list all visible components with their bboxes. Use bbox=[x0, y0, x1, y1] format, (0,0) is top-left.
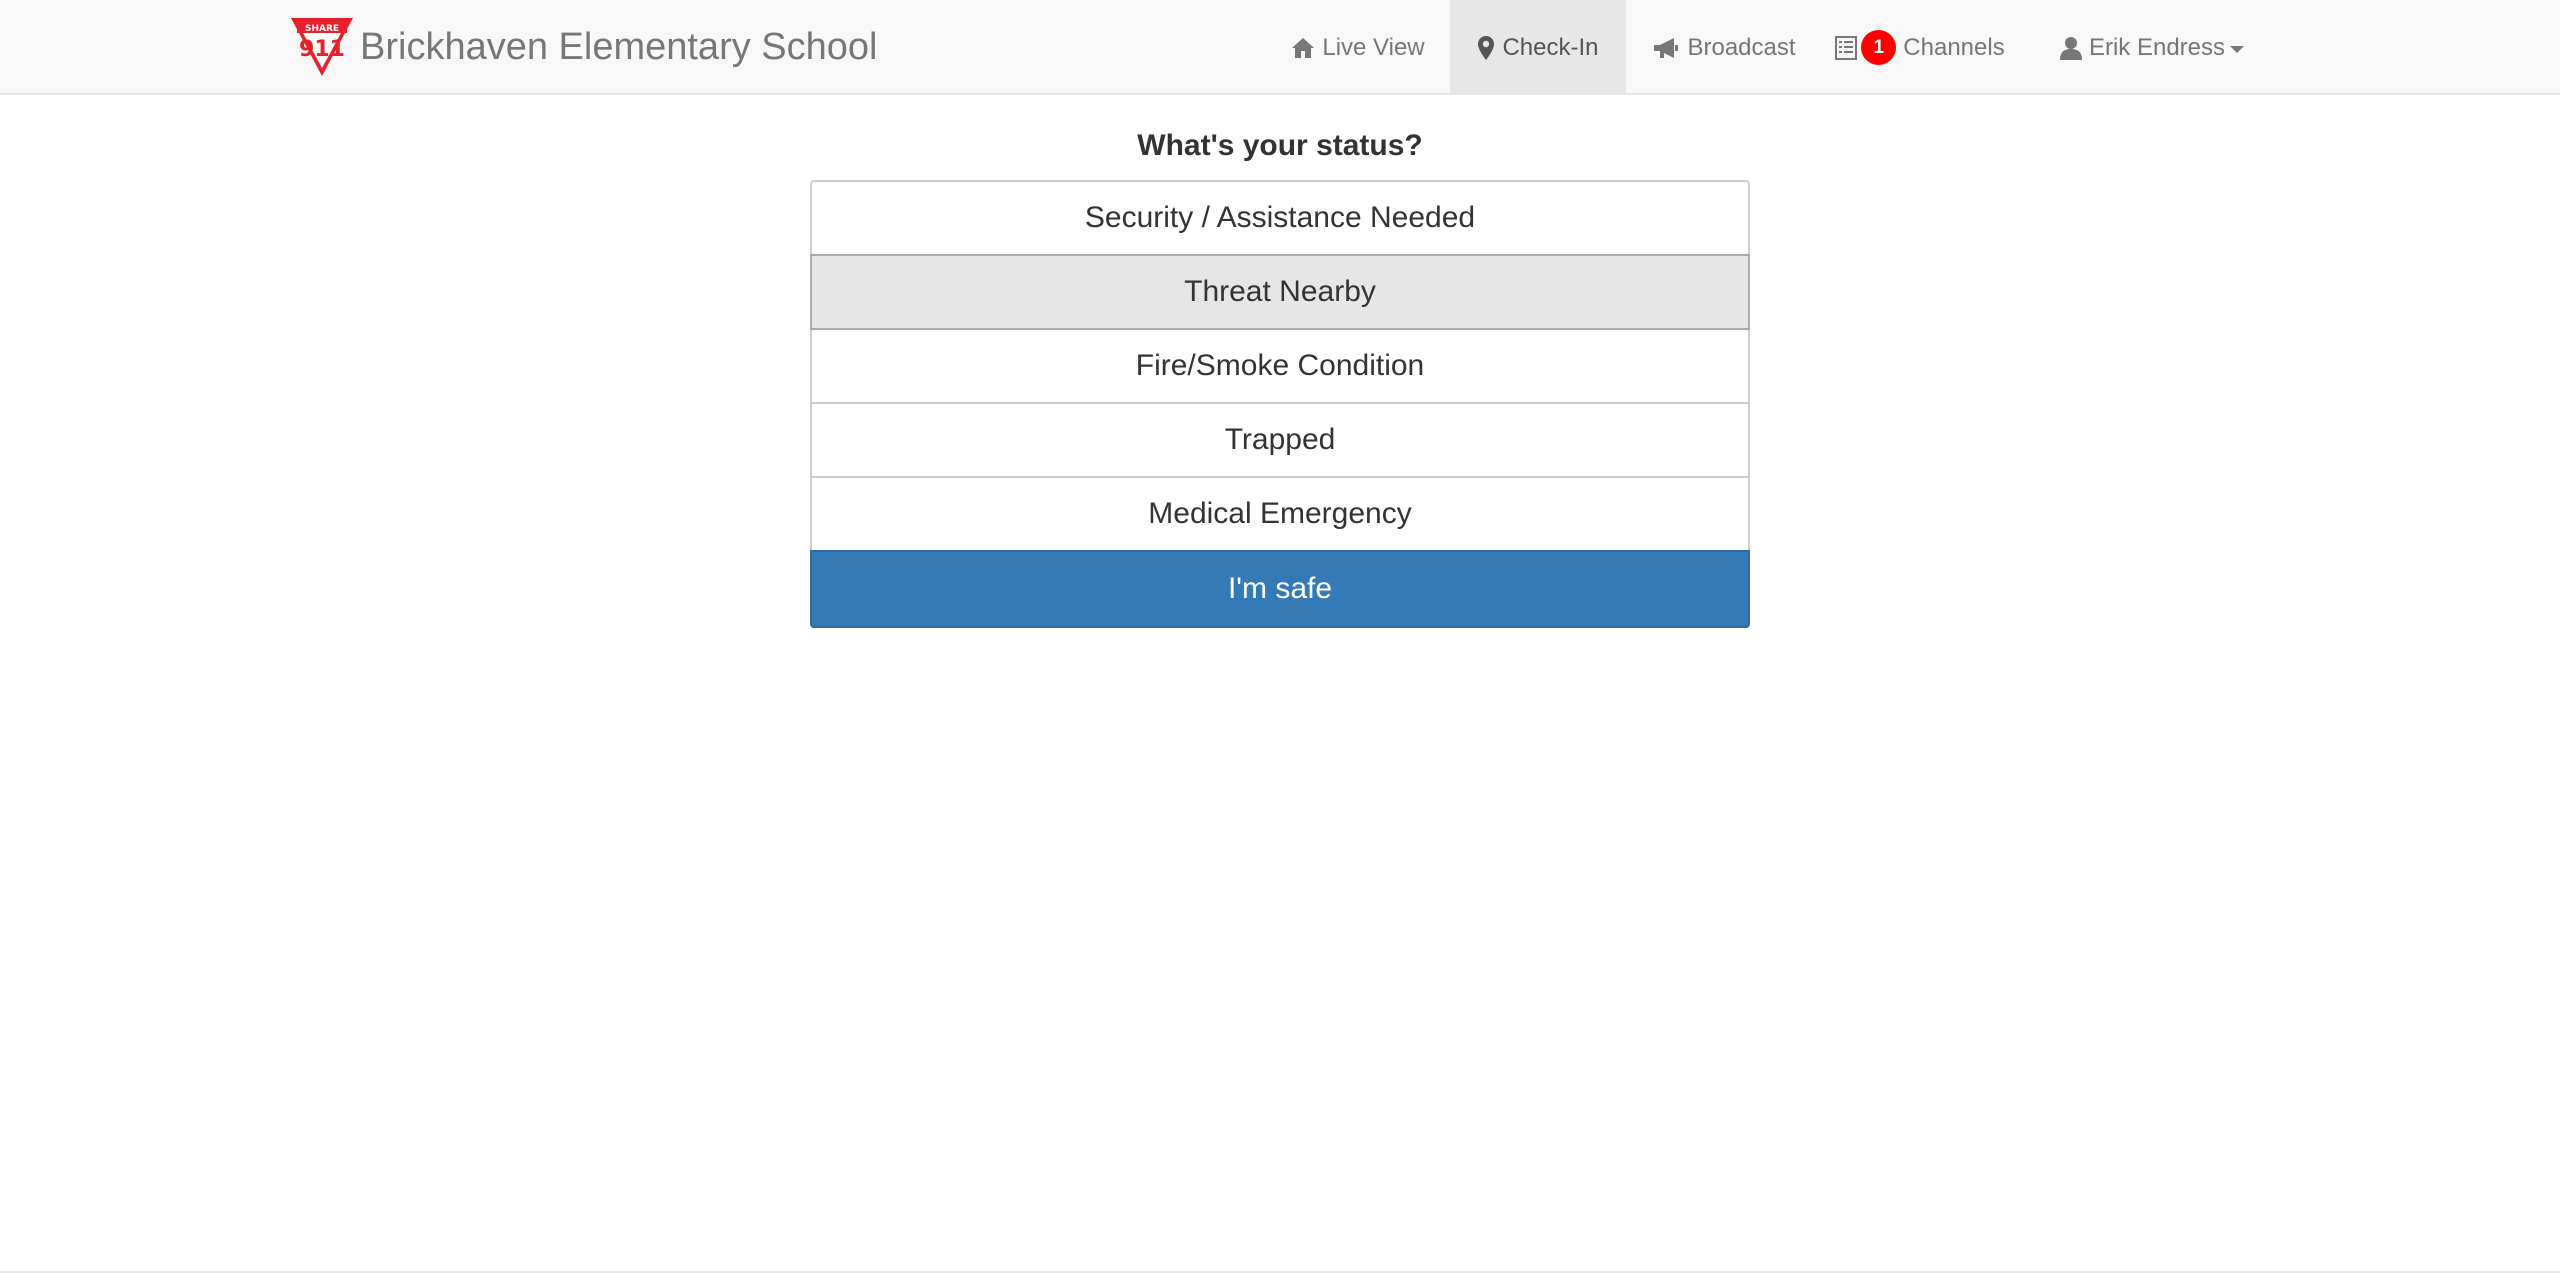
nav-broadcast-label: Broadcast bbox=[1687, 33, 1796, 61]
user-menu[interactable]: Erik Endress bbox=[2046, 0, 2258, 95]
nav-live-view-label: Live View bbox=[1322, 33, 1425, 61]
home-icon bbox=[1291, 36, 1315, 60]
status-question: What's your status? bbox=[1137, 129, 1423, 162]
nav-check-in-label: Check-In bbox=[1502, 33, 1599, 61]
top-navbar: SHARE 911 Brickhaven Elementary School L… bbox=[0, 0, 2560, 95]
status-trapped-button[interactable]: Trapped bbox=[810, 402, 1750, 478]
app-title: Brickhaven Elementary School bbox=[360, 25, 878, 68]
brand[interactable]: SHARE 911 Brickhaven Elementary School bbox=[289, 16, 877, 78]
svg-text:SHARE: SHARE bbox=[305, 24, 339, 34]
status-medical-emergency-button[interactable]: Medical Emergency bbox=[810, 476, 1750, 552]
user-name: Erik Endress bbox=[2088, 33, 2226, 61]
nav-channels[interactable]: 1 Channels bbox=[1822, 0, 2018, 95]
nav-check-in[interactable]: Check-In bbox=[1450, 0, 1626, 95]
channels-badge: 1 bbox=[1861, 30, 1897, 65]
user-icon bbox=[2059, 36, 2082, 60]
nav-live-view[interactable]: Live View bbox=[1278, 0, 1438, 95]
status-threat-nearby-button[interactable]: Threat Nearby bbox=[810, 254, 1750, 330]
bullhorn-icon bbox=[1652, 37, 1680, 59]
status-fire-smoke-button[interactable]: Fire/Smoke Condition bbox=[810, 328, 1750, 404]
share911-logo-icon: SHARE 911 bbox=[289, 16, 355, 78]
chevron-down-icon bbox=[2230, 45, 2245, 53]
status-panel: What's your status? Security / Assistanc… bbox=[810, 120, 1750, 628]
map-marker-icon bbox=[1477, 35, 1495, 61]
list-alt-icon bbox=[1835, 35, 1858, 60]
nav-channels-label: Channels bbox=[1903, 33, 2005, 61]
svg-text:911: 911 bbox=[299, 37, 345, 62]
nav-broadcast[interactable]: Broadcast bbox=[1638, 0, 1810, 95]
status-security-assistance-button[interactable]: Security / Assistance Needed bbox=[810, 180, 1750, 256]
status-options-list: Security / Assistance Needed Threat Near… bbox=[810, 180, 1750, 628]
status-im-safe-button[interactable]: I'm safe bbox=[810, 550, 1750, 628]
